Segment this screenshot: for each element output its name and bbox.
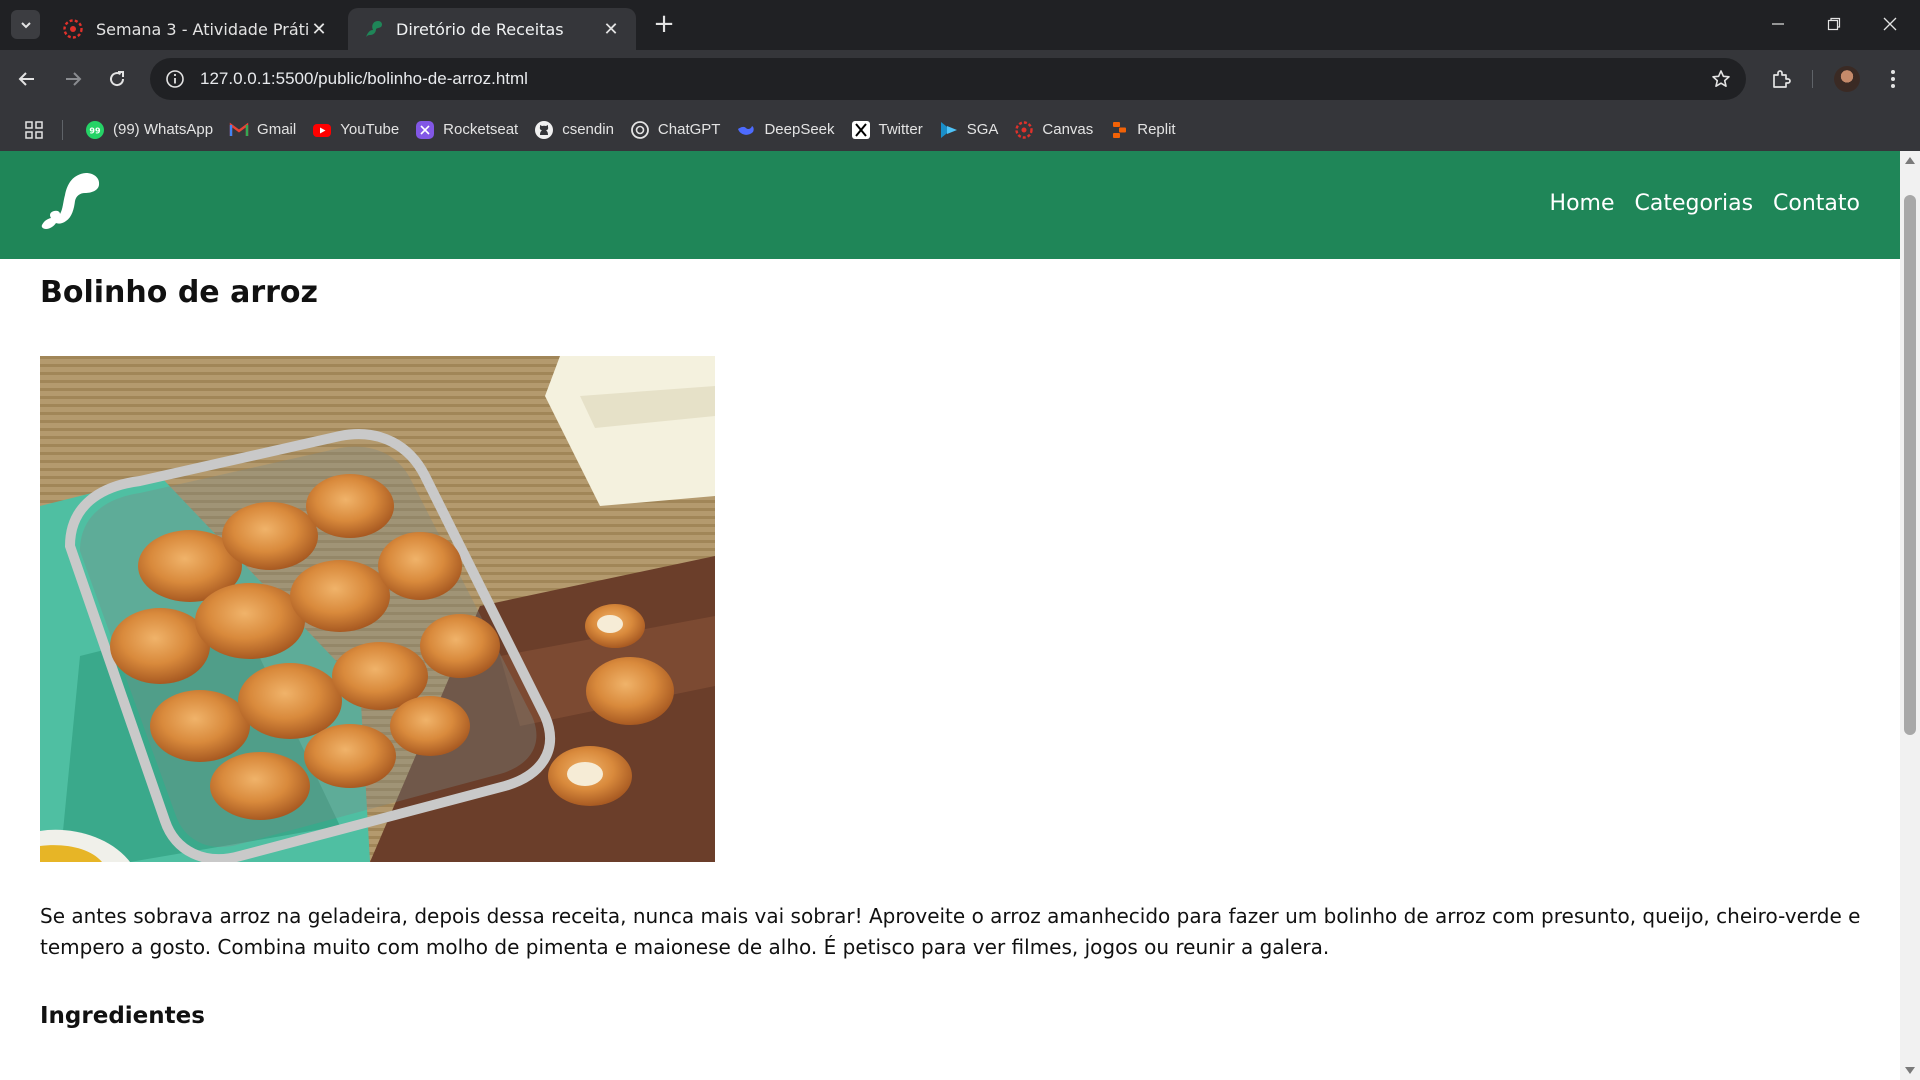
close-icon[interactable]: ✕ — [600, 18, 622, 40]
bookmark-twitter[interactable]: Twitter — [843, 115, 931, 145]
bolinho-de-arroz-image — [40, 356, 715, 862]
bookmark-rocketseat[interactable]: Rocketseat — [407, 115, 526, 145]
site-header: Home Categorias Contato — [0, 151, 1900, 259]
reload-icon — [110, 71, 125, 87]
bookmark-label: Canvas — [1042, 121, 1094, 138]
url-text[interactable]: 127.0.0.1:5500/public/bolinho-de-arroz.h… — [200, 69, 1702, 89]
deepseek-icon — [738, 125, 755, 135]
bookmark-sga[interactable]: SGA — [931, 115, 1007, 145]
recipe-title: Bolinho de arroz — [40, 275, 318, 310]
bookmark-label: Gmail — [257, 121, 297, 138]
bookmark-deepseek[interactable]: DeepSeek — [728, 115, 842, 145]
restore-icon — [1827, 17, 1841, 31]
address-bar[interactable]: 127.0.0.1:5500/public/bolinho-de-arroz.h… — [150, 58, 1746, 100]
page-scrollbar[interactable] — [1900, 151, 1920, 1080]
star-icon — [1712, 70, 1730, 87]
menu-button[interactable] — [1876, 62, 1910, 96]
bookmark-label: YouTube — [340, 121, 400, 138]
sga-icon — [940, 121, 957, 138]
gmail-icon — [229, 122, 249, 136]
logo-icon[interactable] — [38, 169, 102, 233]
bookmark-label: DeepSeek — [764, 121, 835, 138]
scroll-up-button[interactable] — [1900, 151, 1920, 169]
site-nav: Home Categorias Contato — [1550, 191, 1860, 216]
bookmarks-bar: 99 (99) WhatsApp Gmail YouTube Rocketsea… — [0, 108, 1920, 151]
ingredients-heading: Ingredientes — [40, 1003, 205, 1029]
bookmark-github[interactable]: csendin — [526, 115, 622, 145]
bookmark-chatgpt[interactable]: ChatGPT — [622, 115, 729, 145]
x-icon — [851, 120, 870, 139]
restore-button[interactable] — [1816, 9, 1852, 39]
page-viewport: Home Categorias Contato Bolinho de arroz — [0, 151, 1920, 1080]
bookmark-label: Replit — [1137, 121, 1176, 138]
bookmark-label: Twitter — [878, 121, 923, 138]
bookmark-canvas[interactable]: Canvas — [1006, 115, 1101, 145]
browser-toolbar: 127.0.0.1:5500/public/bolinho-de-arroz.h… — [0, 50, 1920, 108]
scroll-thumb[interactable] — [1904, 195, 1916, 735]
whatsapp-icon: 99 — [86, 120, 104, 139]
apps-button[interactable] — [20, 116, 48, 144]
replit-icon — [1113, 121, 1127, 138]
triangle-down-icon — [1905, 1067, 1915, 1074]
profile-avatar[interactable] — [1834, 66, 1860, 92]
scroll-down-button[interactable] — [1900, 1062, 1920, 1080]
canvas-icon — [63, 19, 83, 39]
site-info-button[interactable] — [154, 58, 196, 100]
recipe-description: Se antes sobrava arroz na geladeira, dep… — [40, 904, 1861, 959]
bookmark-label: Rocketseat — [443, 121, 519, 138]
bookmark-label: csendin — [562, 121, 614, 138]
tab-strip: Semana 3 - Atividade Prática ✕ Diretório… — [0, 0, 1920, 50]
bookmark-label: SGA — [966, 121, 999, 138]
forward-button[interactable] — [56, 62, 90, 96]
arrow-left-icon — [18, 72, 34, 86]
bookmark-gmail[interactable]: Gmail — [221, 115, 304, 145]
nav-link-categorias[interactable]: Categorias — [1635, 191, 1754, 216]
nav-link-home[interactable]: Home — [1550, 191, 1615, 216]
bookmark-label: (99) WhatsApp — [113, 121, 214, 138]
tab-search-button[interactable] — [11, 10, 40, 39]
tab-title: Semana 3 - Atividade Prática — [96, 19, 308, 39]
chatgpt-icon — [631, 120, 649, 139]
tab-title: Diretório de Receitas — [396, 19, 564, 39]
bookmarks-divider — [62, 119, 63, 140]
minimize-button[interactable] — [1760, 9, 1796, 39]
github-icon — [535, 120, 554, 139]
triangle-up-icon — [1905, 157, 1915, 164]
close-window-button[interactable] — [1872, 9, 1908, 39]
chevron-down-icon — [20, 21, 31, 28]
new-tab-button[interactable]: + — [650, 11, 678, 39]
toolbar-divider — [1812, 70, 1813, 88]
bookmark-replit[interactable]: Replit — [1101, 115, 1183, 145]
close-icon — [1883, 17, 1897, 31]
minimize-icon — [1772, 23, 1784, 25]
bookmark-star-button[interactable] — [1702, 60, 1740, 98]
more-vertical-icon — [1891, 70, 1895, 88]
apps-grid-icon — [25, 120, 43, 139]
youtube-icon — [313, 123, 332, 137]
tab-diretorio-de-receitas[interactable]: Diretório de Receitas ✕ — [348, 8, 636, 50]
info-icon — [166, 70, 184, 88]
recipe-photo — [40, 356, 715, 862]
arrow-right-icon — [66, 72, 82, 86]
canvas-icon — [1015, 120, 1034, 139]
bookmark-label: ChatGPT — [657, 121, 721, 138]
tab-semana-3[interactable]: Semana 3 - Atividade Prática ✕ — [48, 8, 344, 50]
back-button[interactable] — [10, 62, 44, 96]
bookmark-whatsapp[interactable]: 99 (99) WhatsApp — [77, 115, 221, 145]
puzzle-icon — [1773, 70, 1791, 88]
close-icon[interactable]: ✕ — [308, 18, 330, 40]
extensions-button[interactable] — [1764, 62, 1798, 96]
nav-link-contato[interactable]: Contato — [1773, 191, 1860, 216]
whatsapp-badge: 99 — [89, 126, 101, 135]
reload-button[interactable] — [100, 62, 134, 96]
bookmark-youtube[interactable]: YouTube — [304, 115, 407, 145]
dino-leaf-icon — [366, 21, 382, 37]
rocketseat-icon — [416, 120, 435, 139]
